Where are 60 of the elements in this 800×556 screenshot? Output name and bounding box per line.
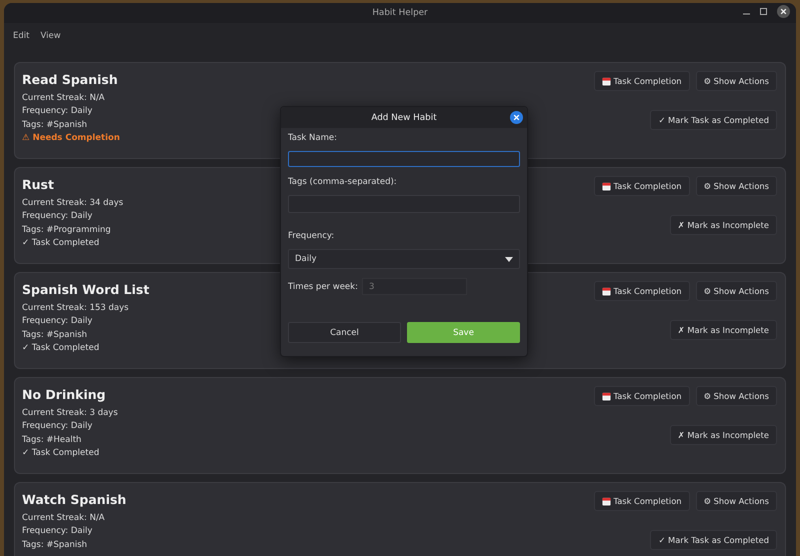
streak-text: Current Streak: 3 days (22, 406, 118, 420)
task-name-label: Task Name: (288, 133, 338, 143)
show-actions-button[interactable]: ⚙ Show Actions (696, 281, 777, 301)
frequency-dropdown[interactable]: Daily (288, 249, 520, 269)
dialog-title: Add New Habit (371, 112, 437, 122)
status-text: ✓ Task Completed (22, 237, 100, 250)
tags-text: Tags: #Spanish (22, 328, 88, 342)
status-text: ⚠ Needs Completion (22, 132, 120, 146)
show-actions-button[interactable]: ⚙ Show Actions (696, 386, 777, 406)
show-actions-button[interactable]: ⚙ Show Actions (696, 491, 777, 511)
task-completion-button[interactable]: Task Completion (594, 491, 690, 511)
frequency-text: Frequency: Daily (22, 210, 94, 224)
calendar-icon (602, 496, 610, 506)
calendar-icon (602, 286, 610, 296)
times-per-week-label: Times per week: (288, 282, 358, 292)
frequency-text: Frequency: Daily (22, 420, 94, 434)
tags-label: Tags (comma-separated): (288, 177, 398, 187)
times-per-week-field[interactable]: 3 (362, 278, 467, 295)
task-completion-button[interactable]: Task Completion (594, 71, 690, 91)
frequency-label: Frequency: (288, 231, 336, 241)
streak-text: Current Streak: 153 days (22, 302, 130, 315)
mark-completion-button[interactable]: ✓ Mark Task as Completed (650, 110, 777, 130)
tags-text: Tags: #Health (22, 434, 82, 447)
calendar-icon (602, 392, 610, 400)
tags-text: Tags: #Spanish (22, 118, 88, 132)
habit-name: Rust (22, 178, 55, 192)
frequency-text: Frequency: Daily (22, 525, 94, 538)
show-actions-button[interactable]: ⚙ Show Actions (696, 71, 777, 91)
status-text: ✓ Task Completed (22, 342, 100, 356)
caret-icon (505, 256, 513, 262)
calendar-icon (602, 76, 610, 86)
mark-completion-button[interactable]: ✗ Mark as Incomplete (670, 320, 777, 340)
status-text: ✓ Task Completed (22, 447, 100, 460)
tags-text: Tags: #Spanish (22, 538, 88, 552)
mark-completion-button[interactable]: ✗ Mark as Incomplete (670, 215, 777, 235)
task-completion-button[interactable]: Task Completion (594, 281, 690, 301)
streak-text: Current Streak: N/A (22, 512, 106, 525)
habit-name: Spanish Word List (22, 283, 150, 297)
mark-completion-button[interactable]: ✓ Mark Task as Completed (650, 530, 777, 550)
frequency-text: Frequency: Daily (22, 315, 94, 328)
habit-name: Watch Spanish (22, 493, 126, 507)
menu-item[interactable]: Edit (13, 31, 30, 46)
task-name-field[interactable] (288, 151, 520, 167)
streak-text: Current Streak: 34 days (22, 196, 124, 210)
calendar-icon (602, 182, 610, 190)
mark-completion-button[interactable]: ✗ Mark as Incomplete (670, 425, 777, 445)
menu-item[interactable]: View (40, 31, 61, 46)
close-icon[interactable] (777, 5, 790, 18)
close-icon[interactable] (510, 111, 523, 124)
streak-text: Current Streak: N/A (22, 92, 106, 105)
maximize-icon[interactable] (760, 8, 767, 15)
window-title: Habit Helper (372, 8, 428, 18)
habit-name: Read Spanish (22, 73, 119, 87)
task-completion-button[interactable]: Task Completion (594, 176, 690, 196)
task-completion-button[interactable]: Task Completion (594, 386, 690, 406)
tags-text: Tags: #Programming (22, 224, 112, 237)
cancel-button[interactable]: Cancel (288, 322, 401, 343)
habit-name: No Drinking (22, 388, 107, 402)
show-actions-button[interactable]: ⚙ Show Actions (696, 176, 777, 196)
frequency-text: Frequency: Daily (22, 105, 94, 118)
